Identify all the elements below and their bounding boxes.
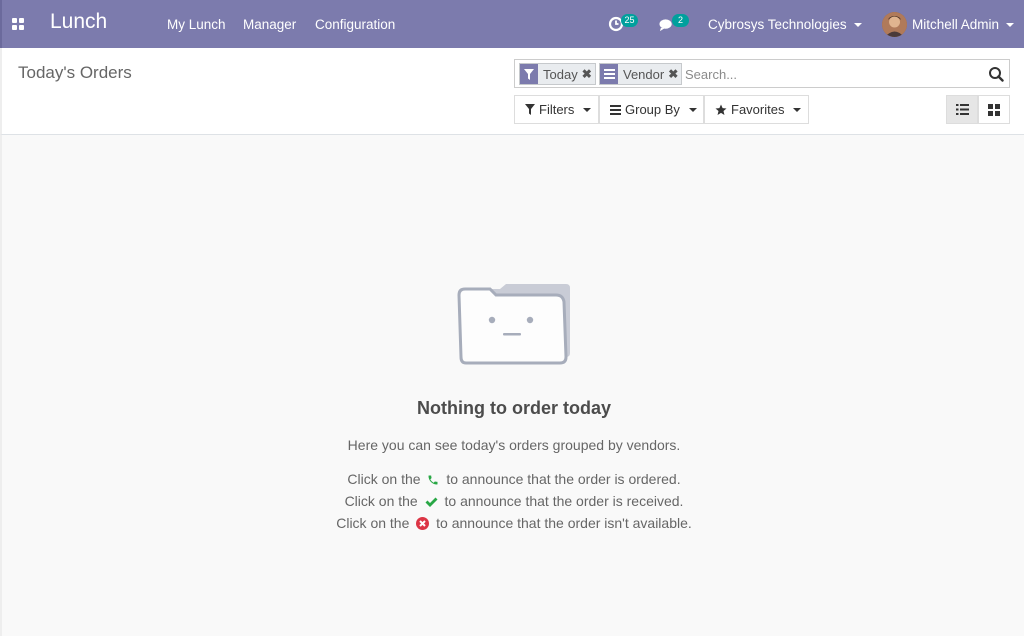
company-name: Cybrosys Technologies xyxy=(708,17,847,32)
help-text: to announce that the order isn't availab… xyxy=(436,515,692,531)
favorites-button[interactable]: Favorites xyxy=(704,95,809,124)
facet-remove-icon[interactable]: ✖ xyxy=(668,67,681,81)
control-panel: Today's Orders Today ✖ Vendor ✖ Filters … xyxy=(0,48,1024,135)
help-text: to announce that the order is received. xyxy=(444,493,684,509)
help-line-unavailable: Click on the to announce that the order … xyxy=(2,515,1024,531)
menu-my-lunch[interactable]: My Lunch xyxy=(167,17,226,32)
help-text: Click on the xyxy=(344,493,418,509)
group-by-label: Group By xyxy=(625,102,680,117)
phone-icon xyxy=(428,475,438,485)
filter-icon xyxy=(525,104,535,115)
main-content: Nothing to order today Here you can see … xyxy=(0,135,1024,636)
search-bar[interactable]: Today ✖ Vendor ✖ xyxy=(514,59,1010,88)
help-line-ordered: Click on the to announce that the order … xyxy=(2,471,1024,487)
user-name: Mitchell Admin xyxy=(912,17,1000,32)
page-title: Today's Orders xyxy=(18,63,132,82)
app-switcher-icon[interactable] xyxy=(12,18,25,30)
kanban-view-button[interactable] xyxy=(978,95,1010,124)
chevron-down-icon xyxy=(1006,23,1015,28)
facet-label: Vendor xyxy=(623,66,665,82)
group-by-icon xyxy=(600,64,618,84)
group-by-icon xyxy=(610,104,621,115)
menu-configuration[interactable]: Configuration xyxy=(315,17,395,32)
company-switcher[interactable]: Cybrosys Technologies xyxy=(708,17,862,32)
filters-button[interactable]: Filters xyxy=(514,95,599,124)
help-text: Click on the xyxy=(336,515,410,531)
help-text: Click on the xyxy=(347,471,421,487)
user-menu[interactable]: Mitchell Admin xyxy=(912,17,1015,32)
filters-label: Filters xyxy=(539,102,575,117)
filter-icon xyxy=(520,64,538,84)
kanban-view-icon xyxy=(988,103,1000,116)
app-name[interactable]: Lunch xyxy=(50,10,107,34)
empty-state-subtitle: Here you can see today's orders grouped … xyxy=(347,437,681,453)
messages-badge: 2 xyxy=(672,14,689,27)
main-navbar: Lunch My Lunch Manager Configuration 25 … xyxy=(0,0,1024,48)
cancel-circle-icon xyxy=(416,517,430,530)
facet-label: Today xyxy=(543,66,578,82)
empty-state-title: Nothing to order today xyxy=(417,398,611,418)
star-icon xyxy=(715,104,727,115)
search-icon[interactable] xyxy=(988,66,1004,82)
help-line-received: Click on the to announce that the order … xyxy=(2,493,1024,509)
list-view-button[interactable] xyxy=(946,95,978,124)
chevron-down-icon xyxy=(583,107,592,112)
chevron-down-icon xyxy=(853,23,862,28)
facet-vendor: Vendor ✖ xyxy=(599,63,683,85)
menu-manager[interactable]: Manager xyxy=(243,17,296,32)
user-avatar[interactable] xyxy=(882,12,907,37)
chevron-down-icon xyxy=(793,107,802,112)
favorites-label: Favorites xyxy=(731,102,785,117)
list-view-icon xyxy=(955,104,969,115)
facet-remove-icon[interactable]: ✖ xyxy=(582,67,595,81)
check-icon xyxy=(425,497,438,507)
chevron-down-icon xyxy=(688,107,697,112)
group-by-button[interactable]: Group By xyxy=(599,95,704,124)
help-text: to announce that the order is ordered. xyxy=(446,471,681,487)
activity-badge: 25 xyxy=(621,14,638,27)
facet-today: Today ✖ xyxy=(519,63,596,85)
search-input[interactable] xyxy=(685,63,975,85)
empty-folder-icon xyxy=(457,284,570,365)
